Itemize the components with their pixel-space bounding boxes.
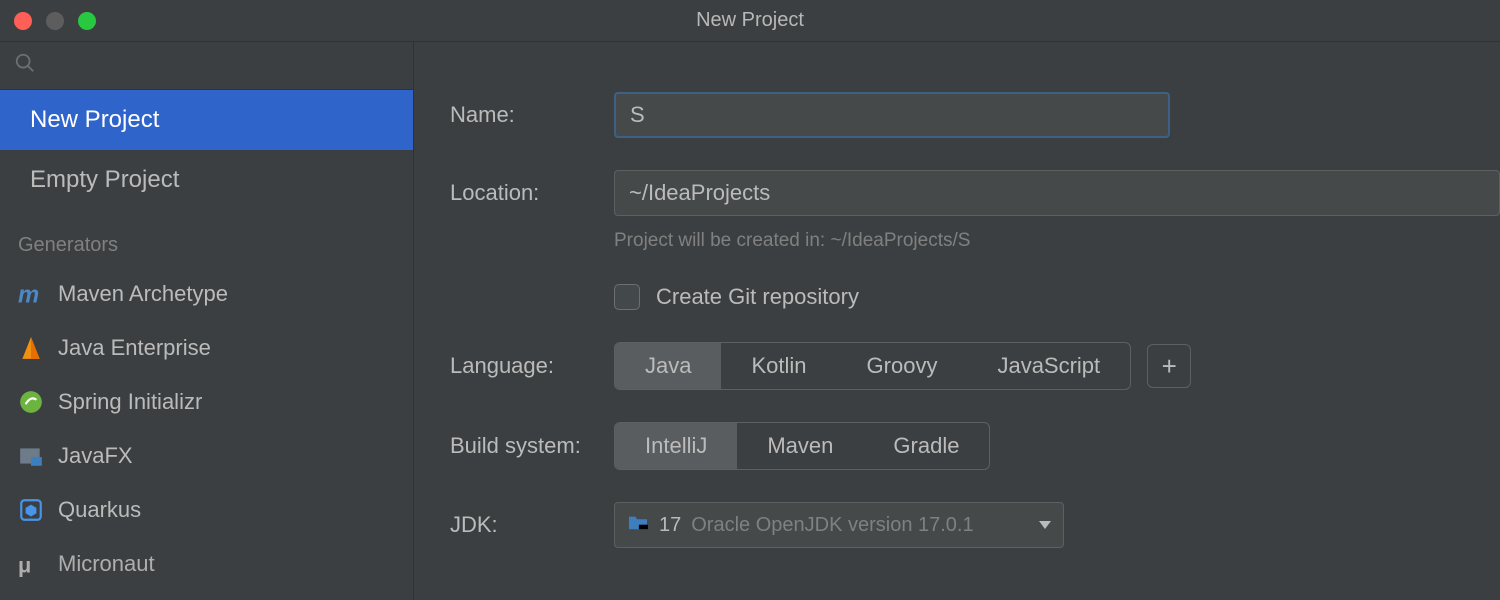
- jdk-version: 17: [659, 514, 681, 537]
- jdk-description: Oracle OpenJDK version 17.0.1: [691, 514, 973, 537]
- maven-icon: m: [18, 281, 44, 307]
- git-checkbox-label: Create Git repository: [656, 284, 859, 310]
- location-hint: Project will be created in: ~/IdeaProjec…: [614, 230, 1500, 252]
- generator-label: Micronaut: [58, 551, 155, 577]
- generator-spring-initializr[interactable]: Spring Initializr: [0, 375, 413, 429]
- build-intellij[interactable]: IntelliJ: [615, 423, 737, 469]
- location-label: Location:: [414, 180, 614, 206]
- language-kotlin[interactable]: Kotlin: [721, 343, 836, 389]
- svg-text:m: m: [18, 282, 39, 307]
- generator-label: Java Enterprise: [58, 335, 211, 361]
- maximize-window-button[interactable]: [78, 12, 96, 30]
- name-input[interactable]: [614, 92, 1170, 138]
- spring-icon: [18, 389, 44, 415]
- generator-label: Quarkus: [58, 497, 141, 523]
- svg-text:μ: μ: [18, 553, 31, 577]
- java-ee-icon: [18, 335, 44, 361]
- jdk-dropdown[interactable]: 17 Oracle OpenJDK version 17.0.1: [614, 502, 1064, 548]
- language-java[interactable]: Java: [615, 343, 721, 389]
- generator-java-enterprise[interactable]: Java Enterprise: [0, 321, 413, 375]
- javafx-icon: [18, 443, 44, 469]
- jdk-folder-icon: [627, 513, 649, 537]
- sidebar-item-empty-project[interactable]: Empty Project: [0, 150, 413, 210]
- chevron-down-icon: [1039, 521, 1051, 529]
- language-javascript[interactable]: JavaScript: [967, 343, 1130, 389]
- sidebar-item-label: Empty Project: [30, 166, 179, 194]
- window-controls: [14, 12, 96, 30]
- generator-micronaut[interactable]: μ Micronaut: [0, 537, 413, 591]
- main-form: Name: Location: Project will be created …: [414, 42, 1500, 600]
- sidebar-section-generators: Generators: [0, 210, 413, 267]
- location-input[interactable]: [614, 170, 1500, 216]
- generator-quarkus[interactable]: Quarkus: [0, 483, 413, 537]
- generator-label: Maven Archetype: [58, 281, 228, 307]
- titlebar: New Project: [0, 0, 1500, 42]
- search-icon: [14, 52, 36, 79]
- build-gradle[interactable]: Gradle: [863, 423, 989, 469]
- language-label: Language:: [414, 353, 614, 379]
- name-label: Name:: [414, 102, 614, 128]
- git-checkbox[interactable]: [614, 284, 640, 310]
- quarkus-icon: [18, 497, 44, 523]
- generator-label: JavaFX: [58, 443, 133, 469]
- micronaut-icon: μ: [18, 551, 44, 577]
- language-segmented: Java Kotlin Groovy JavaScript: [614, 342, 1131, 390]
- minimize-window-button[interactable]: [46, 12, 64, 30]
- language-groovy[interactable]: Groovy: [837, 343, 968, 389]
- generator-maven-archetype[interactable]: m Maven Archetype: [0, 267, 413, 321]
- build-system-segmented: IntelliJ Maven Gradle: [614, 422, 990, 470]
- build-maven[interactable]: Maven: [737, 423, 863, 469]
- close-window-button[interactable]: [14, 12, 32, 30]
- sidebar-item-new-project[interactable]: New Project: [0, 90, 413, 150]
- sidebar-item-label: New Project: [30, 106, 159, 134]
- build-system-label: Build system:: [414, 433, 614, 459]
- jdk-label: JDK:: [414, 512, 614, 538]
- sidebar: New Project Empty Project Generators m M…: [0, 42, 414, 600]
- generator-label: Spring Initializr: [58, 389, 202, 415]
- generator-javafx[interactable]: JavaFX: [0, 429, 413, 483]
- window-title: New Project: [696, 9, 804, 32]
- add-language-button[interactable]: +: [1147, 344, 1191, 388]
- sidebar-search[interactable]: [0, 42, 413, 90]
